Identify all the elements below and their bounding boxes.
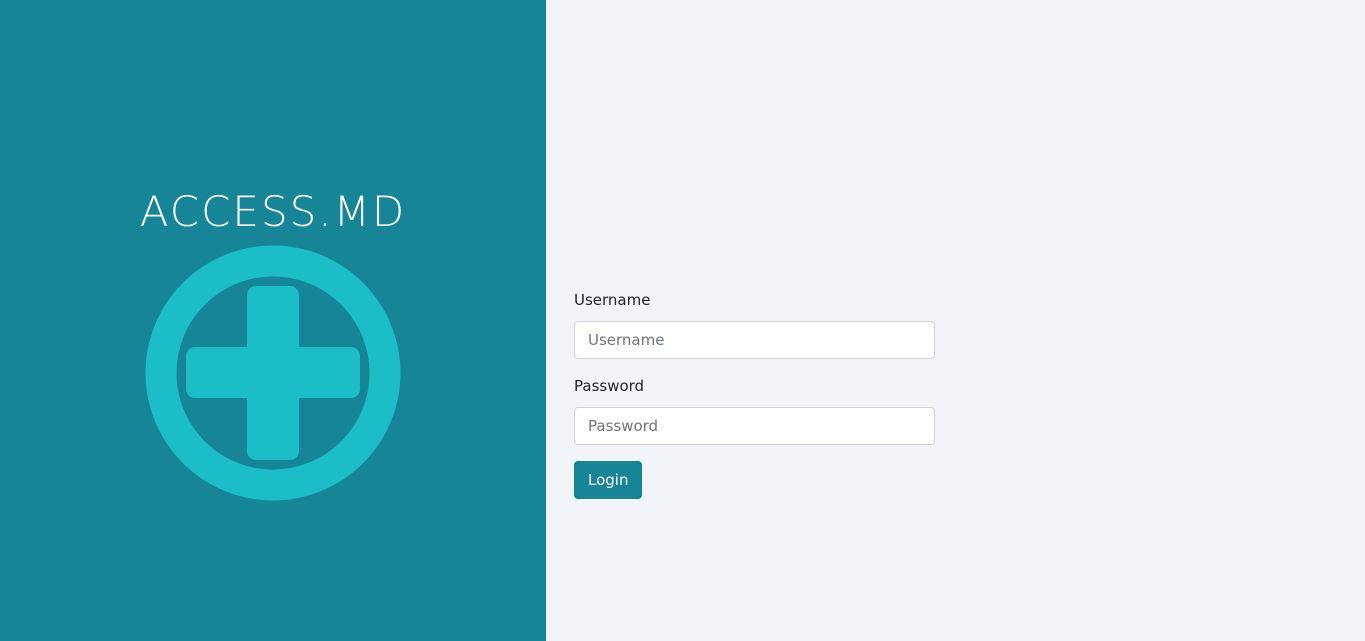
login-form: Username Password Login bbox=[574, 290, 935, 499]
medical-cross-icon bbox=[145, 245, 401, 501]
form-panel: Username Password Login bbox=[546, 0, 1365, 641]
password-label: Password bbox=[574, 377, 645, 395]
password-input[interactable] bbox=[574, 407, 935, 445]
username-input[interactable] bbox=[574, 321, 935, 359]
username-group: Username bbox=[574, 290, 935, 359]
password-group: Password bbox=[574, 376, 935, 445]
brand-title: ACCESS.MD bbox=[139, 187, 407, 236]
brand-panel: ACCESS.MD bbox=[0, 0, 546, 641]
login-page: ACCESS.MD Username Password Login bbox=[0, 0, 1365, 641]
login-button[interactable]: Login bbox=[574, 461, 643, 499]
username-label: Username bbox=[574, 291, 651, 309]
